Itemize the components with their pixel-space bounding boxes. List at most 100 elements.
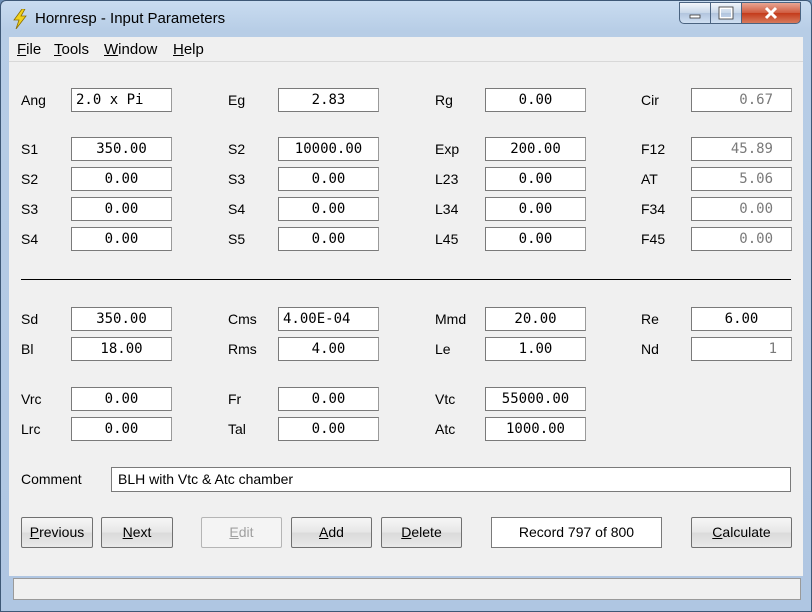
bl-field[interactable]: 18.00 <box>71 337 172 361</box>
label-atc: Atc <box>435 421 456 437</box>
menu-tools-label: ools <box>61 41 90 58</box>
label-ang: Ang <box>21 92 46 108</box>
atc-field[interactable]: 1000.00 <box>485 417 586 441</box>
f12-field: 45.89 <box>691 137 792 161</box>
label-mmd: Mmd <box>435 311 467 327</box>
s4-field[interactable]: 0.00 <box>71 227 172 251</box>
label-exp: Exp <box>435 141 460 157</box>
s2-b-field[interactable]: 10000.00 <box>278 137 379 161</box>
rg-field[interactable]: 0.00 <box>485 88 586 112</box>
s5-field[interactable]: 0.00 <box>278 227 379 251</box>
s2-field[interactable]: 0.00 <box>71 167 172 191</box>
s4-b-field[interactable]: 0.00 <box>278 197 379 221</box>
menu-help-label: elp <box>183 41 204 58</box>
close-button[interactable] <box>741 2 801 24</box>
label-rg: Rg <box>435 92 453 108</box>
s1-field[interactable]: 350.00 <box>71 137 172 161</box>
l34-field[interactable]: 0.00 <box>485 197 586 221</box>
edit-key: E <box>229 524 239 540</box>
le-field[interactable]: 1.00 <box>485 337 586 361</box>
menu-window[interactable]: Window <box>104 41 157 58</box>
l23-field[interactable]: 0.00 <box>485 167 586 191</box>
label-s5: S5 <box>228 231 246 247</box>
label-s2: S2 <box>21 171 39 187</box>
menu-window-key: W <box>104 41 119 58</box>
label-fr: Fr <box>228 391 242 407</box>
f45-field: 0.00 <box>691 227 792 251</box>
f34-field: 0.00 <box>691 197 792 221</box>
label-tal: Tal <box>228 421 246 437</box>
vrc-field[interactable]: 0.00 <box>71 387 172 411</box>
menu-tools[interactable]: Tools <box>54 41 89 58</box>
vtc-field[interactable]: 55000.00 <box>485 387 586 411</box>
label-s3-b: S3 <box>228 171 246 187</box>
label-eg: Eg <box>228 92 246 108</box>
l45-field[interactable]: 0.00 <box>485 227 586 251</box>
maximize-button[interactable] <box>710 2 742 24</box>
delete-key: D <box>401 524 412 540</box>
next-button[interactable]: Next <box>101 517 173 548</box>
menu-help[interactable]: Help <box>173 41 204 58</box>
tal-field[interactable]: 0.00 <box>278 417 379 441</box>
add-button[interactable]: Add <box>291 517 372 548</box>
label-s4-b: S4 <box>228 201 246 217</box>
at-field: 5.06 <box>691 167 792 191</box>
label-s2-b: S2 <box>228 141 246 157</box>
section-divider <box>21 279 791 280</box>
next-key: N <box>122 524 133 540</box>
label-nd: Nd <box>641 341 659 357</box>
edit-label: dit <box>238 524 254 540</box>
label-comment: Comment <box>21 471 82 487</box>
label-cms: Cms <box>228 311 257 327</box>
s3-b-field[interactable]: 0.00 <box>278 167 379 191</box>
label-f45: F45 <box>641 231 666 247</box>
delete-button[interactable]: Delete <box>381 517 462 548</box>
title-bar[interactable]: Hornresp - Input Parameters <box>1 1 811 37</box>
label-re: Re <box>641 311 659 327</box>
label-rms: Rms <box>228 341 257 357</box>
label-l34: L34 <box>435 201 459 217</box>
re-field[interactable]: 6.00 <box>691 307 792 331</box>
label-s3: S3 <box>21 201 39 217</box>
previous-key: P <box>29 524 40 540</box>
ang-field[interactable]: 2.0 x Pi <box>71 88 172 112</box>
cms-field[interactable]: 4.00E-04 <box>278 307 379 331</box>
label-le: Le <box>435 341 451 357</box>
close-icon <box>764 6 778 20</box>
minimize-icon <box>689 14 701 19</box>
app-window: Hornresp - Input Parameters File Tools W… <box>0 0 812 612</box>
calculate-button[interactable]: Calculate <box>691 517 792 548</box>
menu-file-key: F <box>17 41 27 58</box>
s3-field[interactable]: 0.00 <box>71 197 172 221</box>
label-vrc: Vrc <box>21 391 42 407</box>
label-bl: Bl <box>21 341 34 357</box>
label-cir: Cir <box>641 92 659 108</box>
maximize-icon <box>718 6 734 20</box>
eg-field[interactable]: 2.83 <box>278 88 379 112</box>
window-title: Hornresp - Input Parameters <box>35 10 226 27</box>
label-s4: S4 <box>21 231 39 247</box>
mmd-field[interactable]: 20.00 <box>485 307 586 331</box>
status-bar <box>13 578 801 600</box>
rms-field[interactable]: 4.00 <box>278 337 379 361</box>
label-l23: L23 <box>435 171 459 187</box>
lrc-field[interactable]: 0.00 <box>71 417 172 441</box>
cir-field: 0.67 <box>691 88 792 112</box>
calculate-key: C <box>712 524 723 540</box>
menu-bar: File Tools Window Help <box>9 37 803 62</box>
minimize-button[interactable] <box>679 2 711 24</box>
edit-button[interactable]: Edit <box>201 517 282 548</box>
fr-field[interactable]: 0.00 <box>278 387 379 411</box>
record-indicator: Record 797 of 800 <box>491 517 662 548</box>
label-at: AT <box>641 171 658 187</box>
label-vtc: Vtc <box>435 391 456 407</box>
label-f34: F34 <box>641 201 666 217</box>
previous-button[interactable]: Previous <box>21 517 93 548</box>
label-lrc: Lrc <box>21 421 41 437</box>
sd-field[interactable]: 350.00 <box>71 307 172 331</box>
menu-file[interactable]: File <box>17 41 41 58</box>
comment-field[interactable]: BLH with Vtc & Atc chamber <box>111 467 791 492</box>
exp-field[interactable]: 200.00 <box>485 137 586 161</box>
label-sd: Sd <box>21 311 39 327</box>
label-s1: S1 <box>21 141 39 157</box>
